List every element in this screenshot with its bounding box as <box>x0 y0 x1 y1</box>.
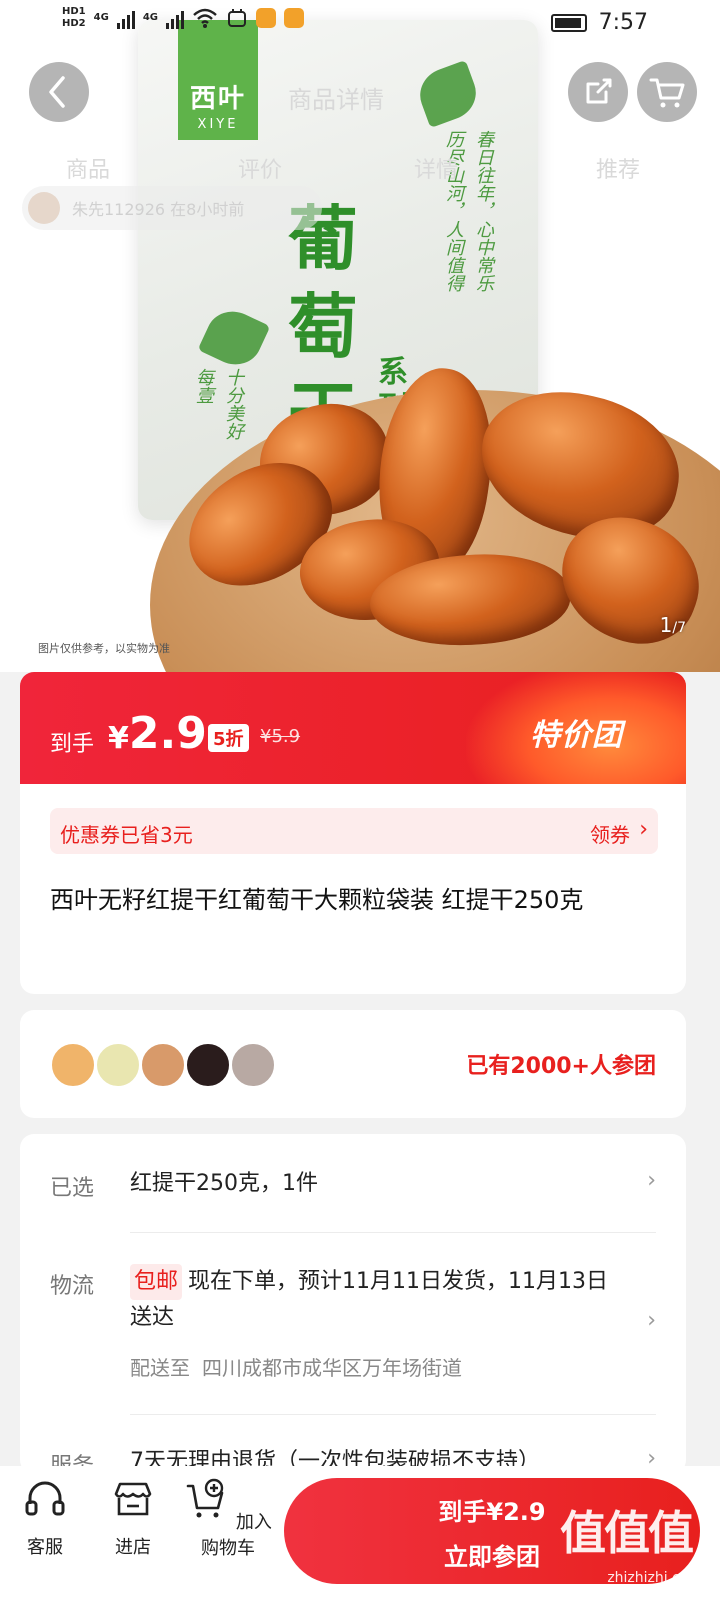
delivery-estimate: 现在下单，预计11月11日发货，11月13日送达 <box>130 1269 608 1330</box>
chevron-right-icon[interactable]: › <box>647 1308 656 1333</box>
ship-to: 配送至 四川成都市成华区万年场街道 <box>130 1352 462 1381</box>
watermark-url: zhizhizhi.com <box>607 1570 702 1586</box>
product-title: 西叶无籽红提干红葡萄干大颗粒袋装 红提干250克 <box>50 886 584 914</box>
grape-leaf-icon <box>197 302 271 374</box>
final-price: ¥2.9 <box>108 708 207 759</box>
logistics-info[interactable]: 包邮 现在下单，预计11月11日发货，11月13日送达 <box>130 1264 620 1336</box>
cart-icon <box>649 78 685 108</box>
avatar <box>140 1042 186 1088</box>
group-count: 已有2000+人参团 <box>466 1054 656 1079</box>
store-icon <box>114 1482 152 1516</box>
selected-spec[interactable]: 红提干250克，1件 <box>130 1166 318 1202</box>
purchase-ticker: 朱先112926 在8小时前 <box>22 186 322 230</box>
app-notification-icon <box>283 8 304 28</box>
signal-icon <box>116 7 135 29</box>
tab-recommend[interactable]: 推荐 <box>596 152 640 184</box>
network-type: 4G <box>142 12 158 23</box>
price-banner: 到手 ¥2.9 5折 ¥5.9 特价团 <box>20 672 686 784</box>
image-counter: 1/7 <box>659 613 686 637</box>
brand-name-en: XIYE <box>197 117 239 132</box>
logistics-label: 物流 <box>50 1274 95 1299</box>
claim-coupon-button[interactable]: 领券 <box>590 819 630 848</box>
price-prefix: 到手 <box>50 732 95 757</box>
discount-badge: 5折 <box>208 724 249 752</box>
ship-to-address: 四川成都市成华区万年场街道 <box>202 1356 462 1380</box>
ship-to-label: 配送至 <box>130 1356 190 1380</box>
chevron-right-icon: › <box>639 817 648 842</box>
coupon-text: 优惠券已省3元 <box>60 823 193 847</box>
avatar <box>95 1042 141 1088</box>
divider <box>130 1232 656 1233</box>
battery-icon <box>550 13 587 32</box>
selected-label: 已选 <box>50 1176 95 1201</box>
add-to-cart-button[interactable]: 加入购物车 <box>178 1476 278 1560</box>
app-notification-icon <box>255 8 276 28</box>
brand-name-cn: 西叶 <box>189 84 246 114</box>
share-button[interactable] <box>568 62 628 122</box>
status-bar: HD1 HD2 4G 4G 7:57 <box>0 0 720 48</box>
product-info-card: 优惠券已省3元 领券 › 西叶无籽红提干红葡萄干大颗粒袋装 红提干250克 <box>20 784 686 994</box>
service-label: 客服 <box>27 1537 63 1558</box>
avatar <box>185 1042 231 1088</box>
chevron-right-icon[interactable]: › <box>647 1168 656 1193</box>
group-buy-card[interactable]: 已有2000+人参团 <box>20 1010 686 1118</box>
participant-avatars <box>50 1042 276 1088</box>
signal-icon <box>165 7 184 29</box>
back-button[interactable] <box>29 62 89 122</box>
network-type: 4G <box>93 12 109 23</box>
image-disclaimer: 图片仅供参考，以实物为准 <box>38 642 170 655</box>
grape-leaf-icon <box>412 59 484 129</box>
wifi-icon <box>193 8 217 28</box>
avatar <box>28 192 60 224</box>
original-price: ¥5.9 <box>260 726 301 747</box>
avatar <box>50 1042 96 1088</box>
tab-reviews[interactable]: 评价 <box>238 152 282 184</box>
customer-service-button[interactable]: 客服 <box>22 1476 68 1559</box>
cart-button[interactable] <box>637 62 697 122</box>
avatar <box>230 1042 276 1088</box>
free-shipping-tag: 包邮 <box>130 1264 183 1300</box>
clock: 7:57 <box>598 10 648 35</box>
ticker-text: 朱先112926 在8小时前 <box>72 200 245 219</box>
detail-tabs: 商品 评价 详情 推荐 <box>0 152 720 188</box>
store-label: 进店 <box>115 1537 151 1558</box>
divider <box>130 1414 656 1415</box>
sim-indicator: HD1 HD2 <box>62 6 86 29</box>
watermark-logo: 值值值 <box>560 1506 694 1560</box>
coupon-bar[interactable]: 优惠券已省3元 领券 › <box>50 808 658 854</box>
add-to-cart-icon <box>186 1478 224 1518</box>
tab-details[interactable]: 详情 <box>414 152 458 184</box>
options-card: 已选 红提干250克，1件 › 物流 包邮 现在下单，预计11月11日发货，11月… <box>20 1134 686 1474</box>
notification-icon <box>227 9 246 27</box>
store-button[interactable]: 进店 <box>110 1476 156 1559</box>
campaign-label: 特价团 <box>530 718 623 753</box>
headset-icon <box>25 1481 65 1516</box>
page-title: 商品详情 <box>288 86 384 114</box>
back-arrow-icon <box>49 76 65 108</box>
tab-product[interactable]: 商品 <box>66 152 110 184</box>
share-icon <box>586 78 612 104</box>
